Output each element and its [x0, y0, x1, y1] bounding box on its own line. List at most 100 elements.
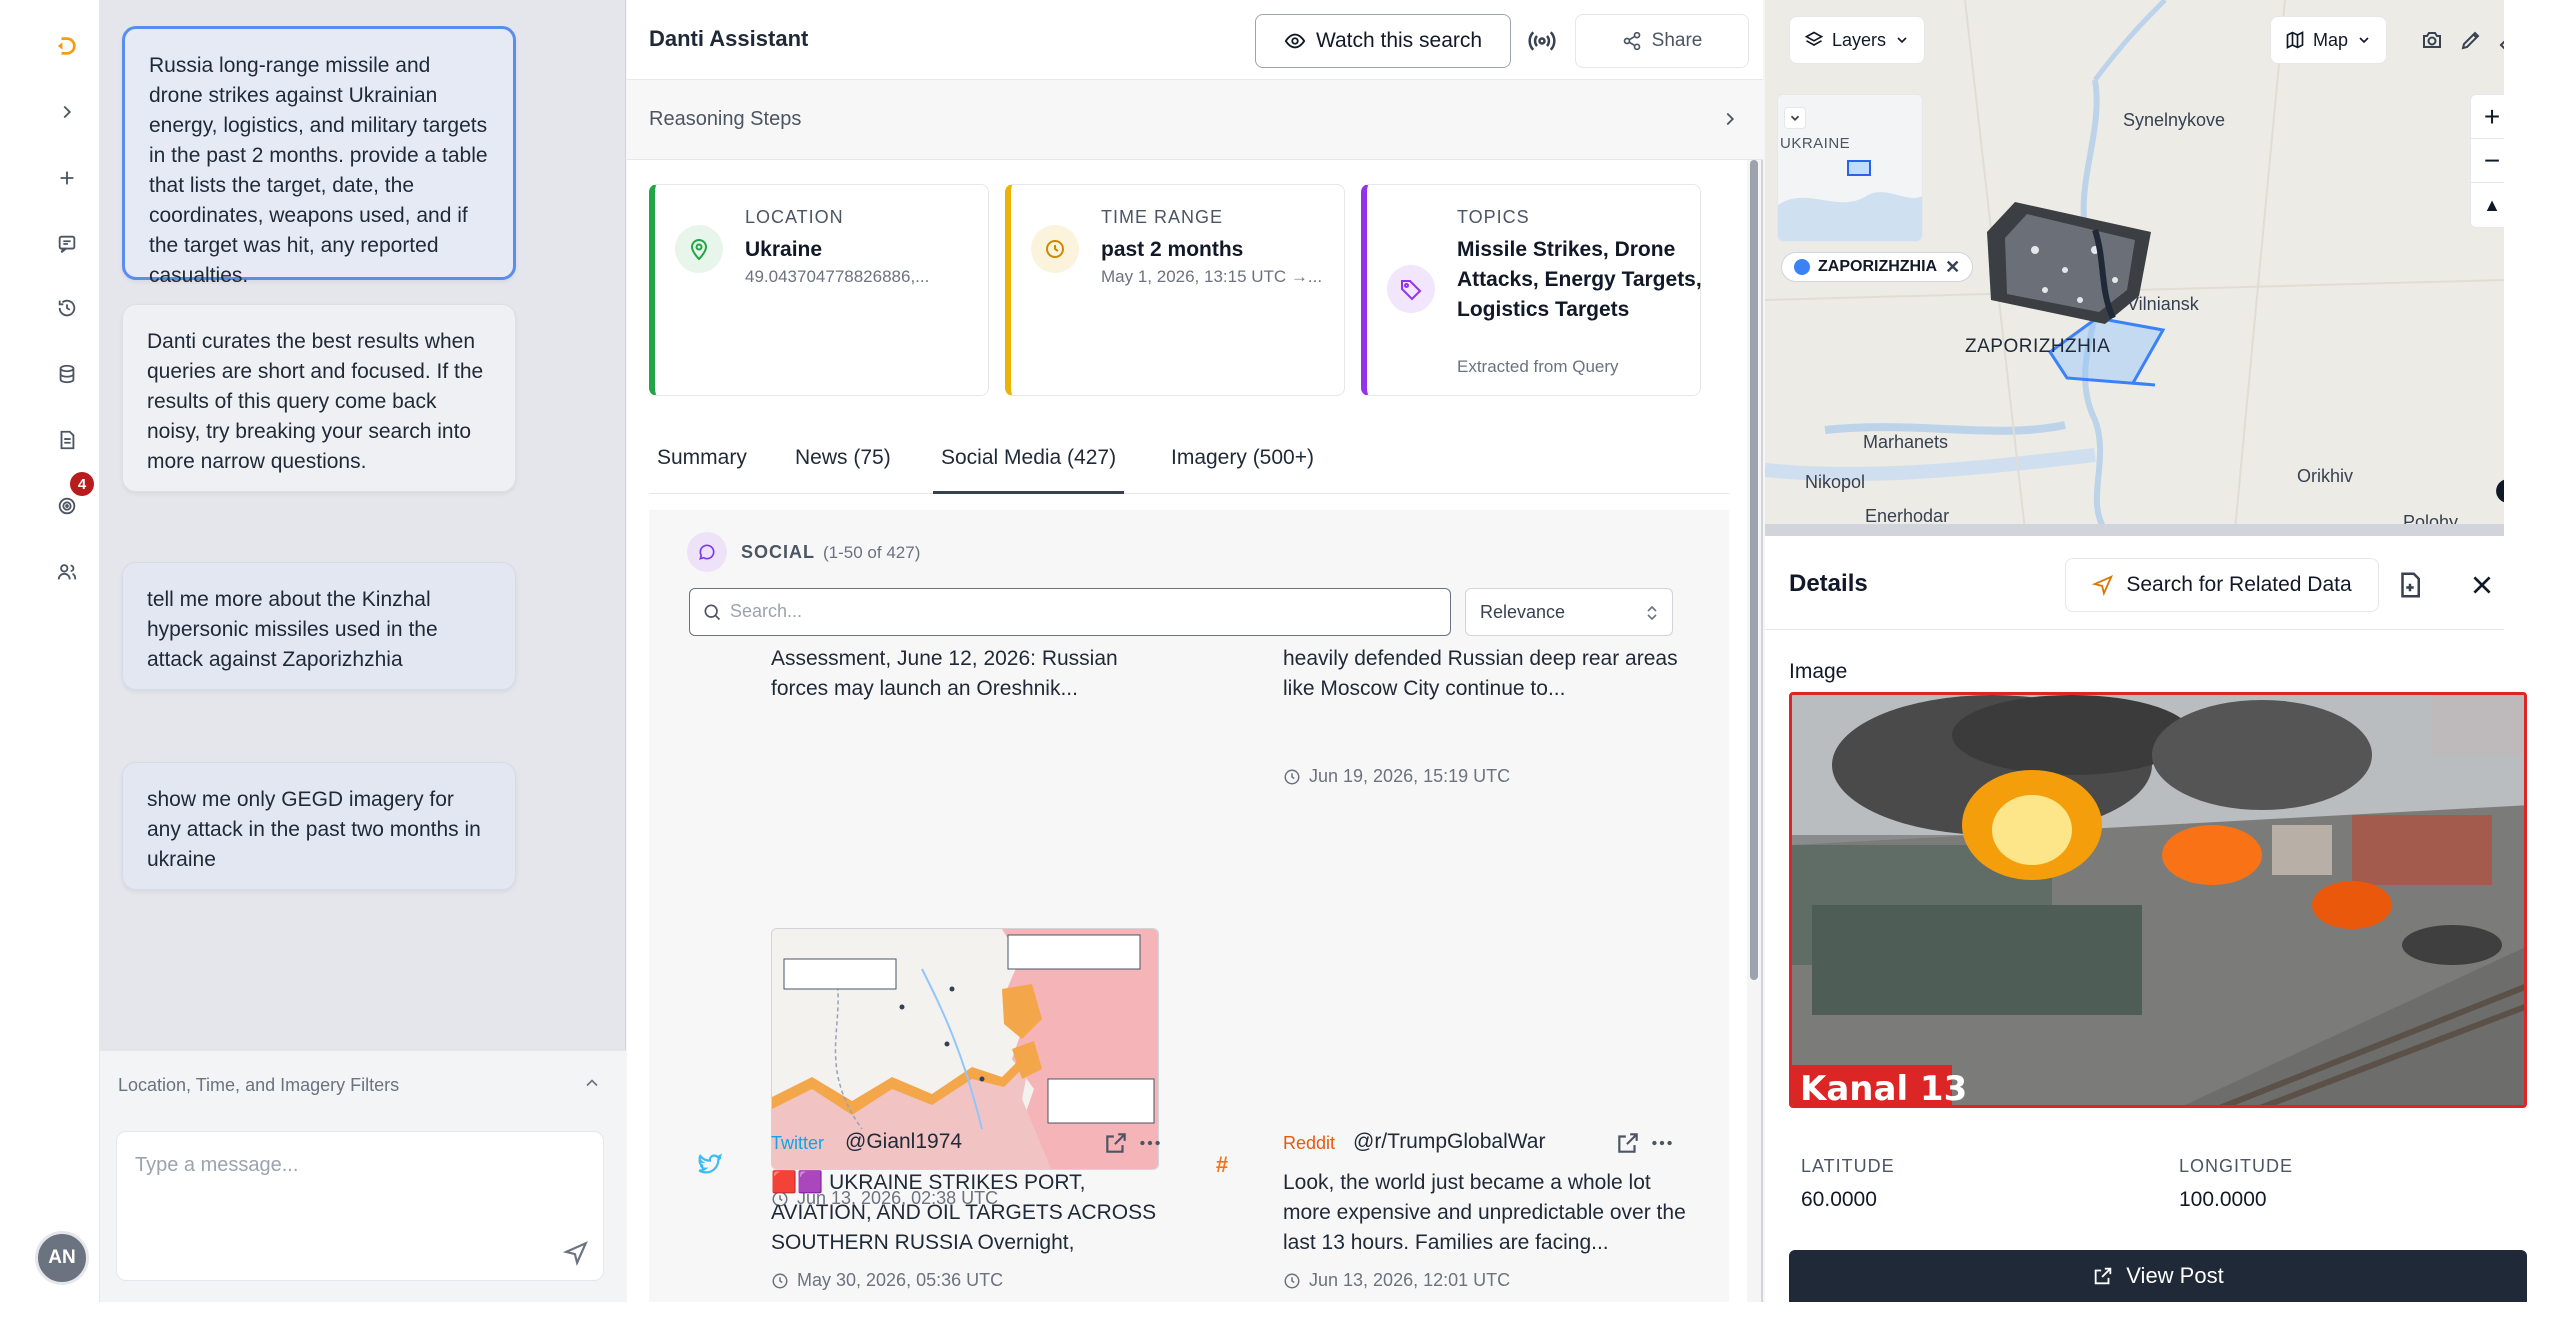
new-chat-icon[interactable]: [51, 162, 83, 194]
card-sub: 49.043704778826886,...: [745, 267, 930, 286]
search-related-button[interactable]: Search for Related Data: [2065, 558, 2379, 612]
post-timestamp: May 30, 2026, 05:36 UTC: [771, 1270, 1003, 1291]
more-options-icon[interactable]: [1649, 1130, 1675, 1156]
clock-icon: [1284, 1273, 1300, 1288]
watch-search-button[interactable]: Watch this search: [1255, 14, 1511, 68]
post-source[interactable]: Reddit: [1283, 1133, 1335, 1154]
chevron-right-icon[interactable]: [1719, 108, 1741, 130]
zoom-in-button[interactable]: +: [2471, 95, 2504, 139]
tab-imagery[interactable]: Imagery (500+): [1163, 446, 1322, 494]
search-input[interactable]: [730, 601, 1430, 622]
chat-icon[interactable]: [51, 228, 83, 260]
share-label: Share: [1651, 30, 1703, 51]
chip-dot: [1794, 259, 1810, 275]
tab-summary[interactable]: Summary: [649, 446, 755, 494]
topics-card[interactable]: TOPICS Missile Strikes, Drone Attacks, E…: [1361, 184, 1702, 396]
message-input[interactable]: [135, 1154, 575, 1177]
add-document-icon[interactable]: [2395, 570, 2425, 600]
longitude-label: LONGITUDE: [2179, 1156, 2294, 1176]
close-icon[interactable]: [2469, 572, 2495, 598]
minimap-label: UKRAINE: [1780, 135, 1851, 152]
page-title: Danti Assistant: [649, 26, 809, 51]
eye-icon: [1284, 33, 1306, 49]
assistant-note: Danti curates the best results when quer…: [122, 304, 516, 492]
minimap[interactable]: UKRAINE: [1777, 94, 1923, 242]
chip-close-icon[interactable]: ✕: [1945, 257, 1960, 278]
related-label: Search for Related Data: [2126, 573, 2352, 596]
post-source[interactable]: Twitter: [771, 1133, 824, 1154]
broadcast-icon[interactable]: [1527, 26, 1557, 56]
more-options-icon[interactable]: [1137, 1130, 1163, 1156]
zoom-out-button[interactable]: −: [2471, 139, 2504, 183]
filters-label[interactable]: Location, Time, and Imagery Filters: [118, 1075, 399, 1096]
compass-button[interactable]: ▲: [2471, 183, 2504, 227]
expand-icon[interactable]: [51, 96, 83, 128]
watch-label: Watch this search: [1315, 29, 1483, 52]
social-feed: SOCIAL(1-50 of 427) Relevance Russian Of…: [649, 510, 1729, 1302]
feed-title: SOCIAL (1-50 of 427): [741, 542, 920, 563]
history-icon[interactable]: [51, 292, 83, 324]
layers-label: Layers: [1832, 29, 1887, 50]
post-text[interactable]: Look, the world just became a whole lot …: [1283, 1168, 1693, 1258]
card-value: Ukraine: [745, 238, 823, 261]
post-time-text: May 30, 2026, 05:36 UTC: [797, 1270, 1004, 1290]
map-view[interactable]: UKRAINE Layers Map + − ▲ Synelnykove Vil…: [1765, 0, 2504, 530]
view-post-button[interactable]: View Post: [1789, 1250, 2527, 1302]
map-style-button[interactable]: Map: [2270, 16, 2388, 64]
filters-panel: Location, Time, and Imagery Filters: [100, 1050, 626, 1302]
external-link-icon[interactable]: [1103, 1130, 1129, 1156]
post-time-text: Jun 13, 2026, 12:01 UTC: [1309, 1270, 1511, 1290]
camera-icon[interactable]: [2420, 28, 2444, 52]
tag-icon: [1387, 265, 1435, 313]
location-card[interactable]: LOCATION Ukraine 49.043704778826886,...: [649, 184, 989, 396]
details-panel: UKRAINE Layers Map + − ▲ Synelnykove Vil…: [1765, 0, 2527, 1302]
chat-message[interactable]: tell me more about the Kinzhal hypersoni…: [122, 562, 516, 690]
chat-panel: Russia long-range missile and drone stri…: [100, 0, 626, 1302]
team-icon[interactable]: [51, 556, 83, 588]
danti-logo-icon[interactable]: [51, 30, 83, 62]
post-handle[interactable]: @Gianl1974: [845, 1130, 962, 1154]
minimap-chevron-icon[interactable]: [1784, 107, 1806, 129]
card-sub: Extracted from Query: [1457, 357, 1619, 376]
database-icon[interactable]: [51, 358, 83, 390]
sort-chevron-icon: [1647, 605, 1657, 621]
map-thumbnail[interactable]: [771, 928, 1159, 1170]
post-timestamp: Jun 19, 2026, 15:19 UTC: [1283, 766, 1510, 787]
layers-button[interactable]: Layers: [1789, 16, 1926, 64]
draw-icon[interactable]: [2459, 28, 2483, 52]
location-chip[interactable]: ZAPORIZHZHIA ✕: [1781, 252, 1974, 282]
chip-label: ZAPORIZHZHIA: [1818, 258, 1938, 275]
time-range-card[interactable]: TIME RANGE past 2 months May 1, 2026, 13…: [1005, 184, 1345, 396]
post-time-text: Jun 19, 2026, 15:19 UTC: [1309, 766, 1511, 786]
external-link-icon[interactable]: [1615, 1130, 1641, 1156]
twitter-bird-icon: [697, 1152, 723, 1178]
avatar[interactable]: AN: [35, 1231, 89, 1285]
chat-message[interactable]: show me only GEGD imagery for any attack…: [122, 762, 516, 890]
ruler-icon[interactable]: [2498, 28, 2504, 52]
detail-photo[interactable]: Kanal 13: [1789, 692, 2527, 1108]
map-place-label: Vilniansk: [2127, 294, 2199, 314]
search-icon: [704, 604, 721, 621]
card-label: LOCATION: [745, 207, 844, 227]
send-icon[interactable]: [562, 1240, 589, 1267]
notification-badge: 4: [70, 472, 94, 496]
map-place-label: Nikopol: [1805, 472, 1866, 492]
results-panel: Danti Assistant Watch this search Share …: [627, 0, 1763, 1302]
post-text[interactable]: 🟥🟪 UKRAINE STRIKES PORT, AVIATION, AND O…: [771, 1168, 1161, 1258]
share-button[interactable]: Share: [1575, 14, 1749, 68]
reasoning-steps-row[interactable]: Reasoning Steps: [627, 80, 1763, 160]
view-post-label: View Post: [2126, 1263, 2224, 1288]
sort-select[interactable]: Relevance: [1465, 588, 1673, 636]
tab-news[interactable]: News (75): [787, 446, 899, 494]
latitude-value: 60.0000: [1801, 1188, 1877, 1211]
feed-search-box: [689, 588, 1451, 636]
card-value: past 2 months: [1101, 238, 1244, 261]
tab-social-media[interactable]: Social Media (427): [933, 446, 1125, 494]
post-handle[interactable]: @r/TrumpGlobalWar: [1353, 1130, 1545, 1154]
chevron-up-icon[interactable]: [582, 1073, 602, 1093]
results-scrollbar[interactable]: [1750, 160, 1758, 980]
chat-message[interactable]: Russia long-range missile and drone stri…: [122, 26, 516, 287]
info-icon[interactable]: [2495, 478, 2504, 504]
map-divider[interactable]: [1765, 524, 2504, 536]
document-icon[interactable]: [51, 424, 83, 456]
